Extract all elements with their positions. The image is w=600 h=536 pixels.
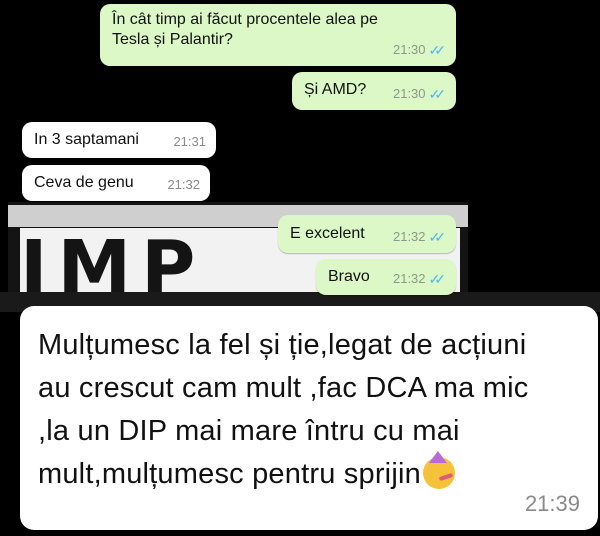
double-check-icon: ✓✓ (428, 271, 447, 287)
message-meta: 21:31 (173, 132, 206, 152)
message-text: E excelent (290, 225, 365, 242)
message-text: Mulțumesc la fel și ție,legat de acțiuni… (38, 329, 529, 490)
incoming-message-large[interactable]: Mulțumesc la fel și ție,legat de acțiuni… (20, 306, 598, 530)
message-text: Bravo (328, 268, 370, 285)
message-meta: 21:32 ✓✓ (393, 269, 446, 289)
message-time: 21:30 (392, 86, 426, 101)
message-meta: 21:30 ✓✓ (393, 40, 446, 60)
incoming-message[interactable]: In 3 saptamani 21:31 (22, 122, 216, 158)
double-check-icon: ✓✓ (428, 42, 447, 58)
incoming-message[interactable]: Ceva de genu 21:32 (22, 165, 210, 201)
message-meta: 21:30 ✓✓ (393, 84, 446, 104)
outgoing-message[interactable]: E excelent 21:32 ✓✓ (278, 215, 456, 253)
message-time: 21:39 (524, 491, 580, 516)
message-text: Și AMD? (304, 81, 367, 98)
message-time: 21:31 (173, 134, 206, 149)
message-time: 21:30 (392, 42, 426, 57)
message-text-container: Mulțumesc la fel și ție,legat de acțiuni… (38, 324, 558, 496)
message-time: 21:32 (392, 271, 426, 286)
message-text: Ceva de genu (34, 174, 134, 191)
message-text: In 3 saptamani (34, 131, 139, 148)
message-time: 21:32 (392, 229, 426, 244)
message-time: 21:32 (167, 177, 200, 192)
double-check-icon: ✓✓ (428, 86, 447, 102)
double-check-icon: ✓✓ (428, 229, 447, 245)
outgoing-message[interactable]: Bravo 21:32 ✓✓ (316, 259, 456, 295)
outgoing-message[interactable]: Și AMD? 21:30 ✓✓ (292, 72, 456, 110)
outgoing-message[interactable]: În cât timp ai făcut procentele alea pe … (100, 4, 456, 66)
partying-face-emoji-icon (422, 457, 455, 489)
message-text: În cât timp ai făcut procentele alea pe … (112, 11, 378, 48)
message-meta: 21:32 ✓✓ (393, 227, 446, 247)
message-meta: 21:39 (524, 491, 580, 516)
message-meta: 21:32 (167, 175, 200, 195)
